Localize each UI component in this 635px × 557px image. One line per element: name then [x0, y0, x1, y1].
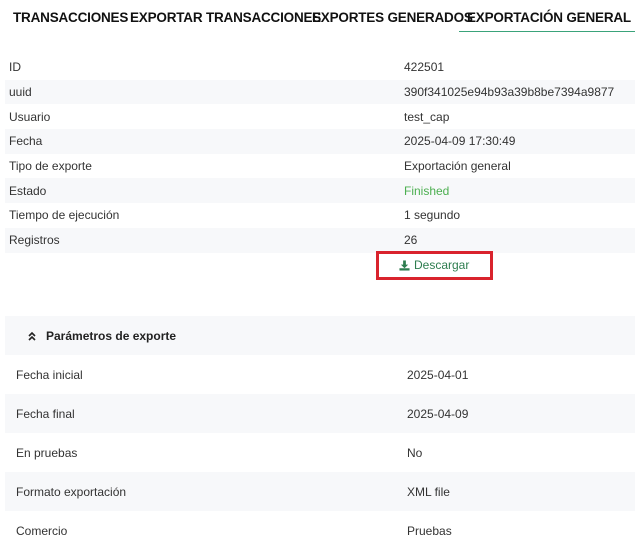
detail-value: 2025-04-09 17:30:49	[404, 134, 516, 149]
detail-key: Estado	[9, 183, 47, 198]
detail-key: Fecha	[9, 134, 43, 149]
param-key: Comercio	[16, 523, 68, 538]
detail-key: Tipo de exporte	[9, 159, 92, 174]
param-value: 2025-04-01	[407, 367, 469, 382]
detail-row-tiempo: Tiempo de ejecución 1 segundo	[5, 203, 635, 228]
detail-key: Usuario	[9, 109, 51, 124]
detail-row-id: ID 422501	[5, 55, 635, 80]
detail-key: Tiempo de ejecución	[9, 208, 120, 223]
tab-transacciones[interactable]: TRANSACCIONES	[13, 10, 128, 25]
tab-exportacion-general[interactable]: EXPORTACIÓN GENERAL	[459, 10, 635, 32]
detail-row-estado: Estado Finished	[5, 178, 635, 204]
download-button[interactable]: Descargar	[399, 258, 469, 272]
param-value: No	[407, 445, 423, 460]
param-value: Pruebas	[407, 523, 452, 538]
params-table: Fecha inicial 2025-04-01 Fecha final 202…	[5, 355, 635, 550]
detail-row-tipo: Tipo de exporte Exportación general	[5, 154, 635, 179]
param-key: Fecha final	[16, 406, 75, 421]
download-highlight-box: Descargar	[376, 251, 493, 280]
detail-value: test_cap	[404, 109, 450, 124]
download-label: Descargar	[414, 258, 470, 272]
param-row: Comercio Pruebas	[5, 511, 635, 550]
chevron-double-up-icon	[28, 331, 36, 341]
detail-value: 1 segundo	[404, 208, 461, 223]
params-section-header[interactable]: Parámetros de exporte	[5, 316, 635, 355]
detail-value: 390f341025e94b93a39b8be7394a9877	[404, 85, 615, 100]
param-key: Formato exportación	[16, 484, 127, 499]
param-row: Fecha final 2025-04-09	[5, 394, 635, 433]
param-row: En pruebas No	[5, 433, 635, 472]
detail-value: Exportación general	[404, 159, 511, 174]
param-value: XML file	[407, 484, 450, 499]
export-details-table: ID 422501 uuid 390f341025e94b93a39b8be73…	[5, 55, 635, 253]
status-value: Finished	[404, 183, 450, 198]
detail-row-uuid: uuid 390f341025e94b93a39b8be7394a9877	[5, 79, 635, 105]
detail-row-usuario: Usuario test_cap	[5, 104, 635, 129]
detail-row-registros: Registros 26	[5, 227, 635, 253]
detail-key: Registros	[9, 233, 60, 248]
detail-key: ID	[9, 60, 21, 75]
detail-value: 422501	[404, 60, 445, 75]
download-icon	[399, 259, 410, 271]
param-value: 2025-04-09	[407, 406, 469, 421]
param-row: Formato exportación XML file	[5, 472, 635, 511]
tab-exportar-transacciones[interactable]: EXPORTAR TRANSACCIONES	[130, 10, 321, 25]
param-row: Fecha inicial 2025-04-01	[5, 355, 635, 394]
detail-row-fecha: Fecha 2025-04-09 17:30:49	[5, 129, 635, 154]
params-title: Parámetros de exporte	[46, 328, 177, 343]
detail-key: uuid	[9, 85, 32, 100]
param-key: En pruebas	[16, 445, 78, 460]
tab-bar: TRANSACCIONES EXPORTAR TRANSACCIONES EXP…	[0, 0, 635, 34]
tab-exportes-generados[interactable]: EXPORTES GENERADOS	[312, 10, 473, 25]
param-key: Fecha inicial	[16, 367, 83, 382]
detail-value: 26	[404, 233, 418, 248]
